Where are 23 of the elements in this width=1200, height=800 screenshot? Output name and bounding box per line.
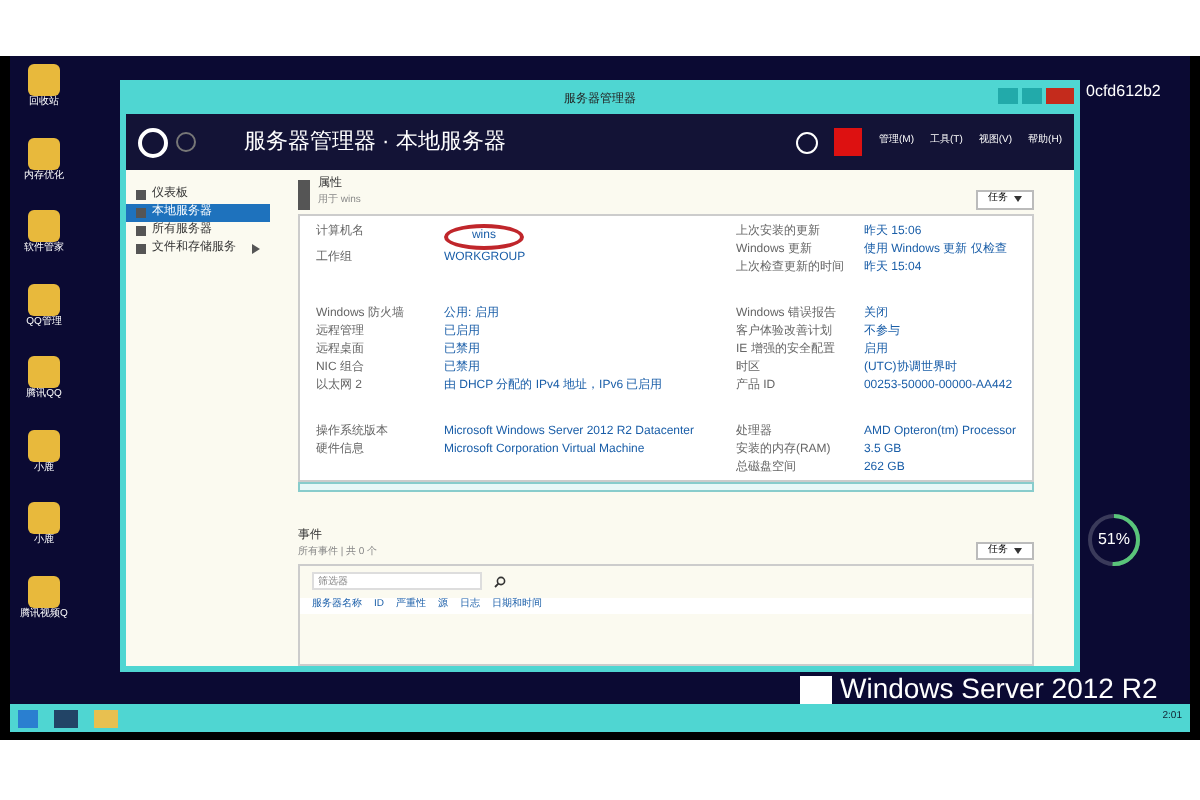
meter-reading: 51% xyxy=(1097,528,1130,552)
app-icon[interactable] xyxy=(28,356,60,388)
server-icon xyxy=(297,179,310,209)
horizontal-scrollbar[interactable] xyxy=(297,481,1034,491)
app-icon[interactable] xyxy=(28,210,60,242)
breadcrumb: 服务器管理器 · 本地服务器 xyxy=(244,127,506,158)
app-icon[interactable] xyxy=(28,64,60,96)
app-icon[interactable] xyxy=(28,137,60,169)
taskbar-icon[interactable] xyxy=(54,709,78,727)
app-icon[interactable] xyxy=(28,575,60,607)
back-button[interactable] xyxy=(138,127,168,157)
cpu-meter xyxy=(1086,512,1142,568)
caret-icon xyxy=(1014,547,1022,554)
branding-text: Windows Server 2012 R2 xyxy=(840,670,1158,708)
app-icon[interactable] xyxy=(28,502,60,534)
app-icon[interactable] xyxy=(28,429,60,461)
search-icon[interactable] xyxy=(493,575,506,587)
caret-icon xyxy=(1014,196,1022,203)
computer-name-label: 0cfd612b2 xyxy=(1086,80,1161,104)
start-button[interactable] xyxy=(18,709,38,727)
forward-button[interactable] xyxy=(176,132,196,152)
app-icon[interactable] xyxy=(28,283,60,315)
windows-logo-icon xyxy=(800,675,832,703)
